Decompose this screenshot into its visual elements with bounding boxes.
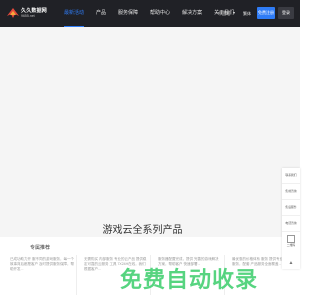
register-button[interactable]: 免费注册	[257, 7, 275, 19]
qrcode-icon	[287, 235, 295, 243]
nav-item-latest-activity[interactable]: 最新活动	[58, 0, 90, 27]
chevron-down-icon: ▾	[233, 10, 236, 15]
logo-icon	[7, 8, 19, 18]
login-button[interactable]: 登录	[278, 7, 294, 19]
banner-title: 游戏云全系列产品	[102, 225, 183, 236]
sidebar-item-phone[interactable]: 电话咨询	[282, 216, 300, 232]
main-nav: 最新活动 产品 服务保障 帮助中心 解决方案 关于我们	[58, 0, 240, 27]
sidebar-item-presales[interactable]: 售前咨询	[282, 184, 300, 200]
watermark-text: 免费自动收录	[120, 267, 259, 292]
floating-sidebar: 联系我们 售前咨询 售后服务 电话咨询 二维码 ▲	[282, 168, 300, 269]
logo[interactable]: 久久数据网 9655.net	[6, 5, 48, 23]
nav-item-help-center[interactable]: 帮助中心	[144, 0, 176, 27]
feature-card[interactable]: 专属推荐 已成功助力开 服不同的游戏服务，每一个故事背后都是客户 及时提供服务保…	[4, 237, 76, 300]
logo-subtext: 9655.net	[21, 14, 35, 18]
card-description: 已成功助力开 服不同的游戏服务，每一个故事背后都是客户 及时提供服务保障，帮助开…	[10, 257, 74, 271]
language-switch[interactable]: 繁体	[243, 11, 251, 17]
region-selector[interactable]: 中国站	[218, 11, 230, 17]
sidebar-item-contact[interactable]: 联系我们	[282, 168, 300, 184]
logo-text: 久久数据网	[21, 8, 48, 14]
card-title: 专属推荐	[29, 245, 50, 251]
sidebar-item-qrcode[interactable]: 二维码	[282, 235, 300, 257]
top-navigation-bar: 久久数据网 9655.net 最新活动 产品 服务保障 帮助中心 解决方案 关于…	[0, 0, 300, 27]
divider	[76, 255, 77, 295]
nav-item-products[interactable]: 产品	[90, 0, 112, 27]
back-to-top-icon[interactable]: ▲	[282, 257, 300, 269]
sidebar-item-aftersales[interactable]: 售后服务	[282, 200, 300, 216]
nav-item-solutions[interactable]: 解决方案	[176, 0, 208, 27]
qrcode-label: 二维码	[286, 243, 296, 247]
nav-item-service-guarantee[interactable]: 服务保障	[112, 0, 144, 27]
hero-banner: 游戏云全系列产品	[0, 27, 300, 237]
